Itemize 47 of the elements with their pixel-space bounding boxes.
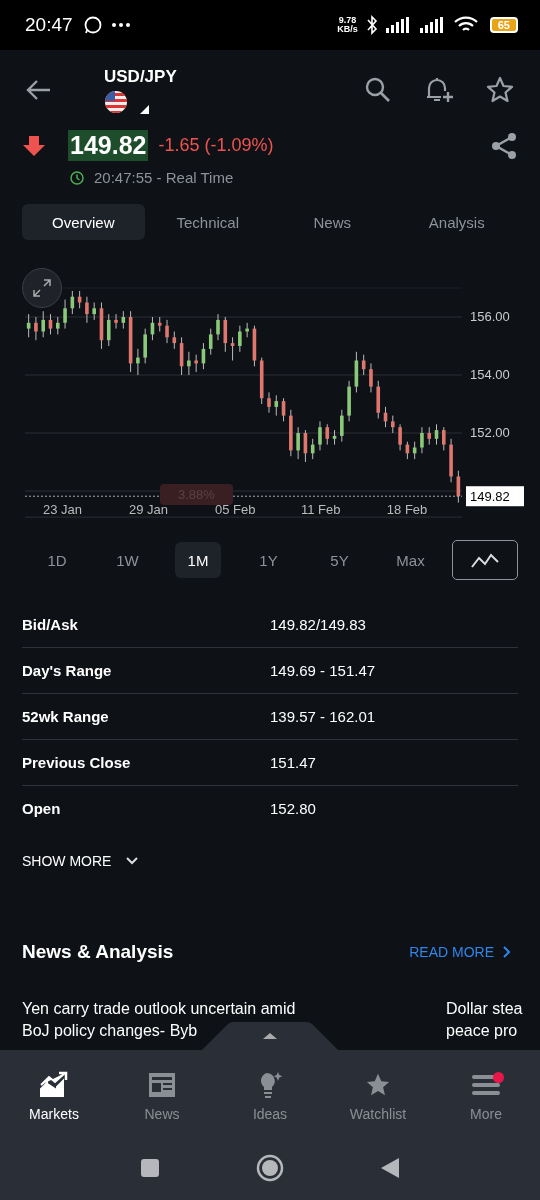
stat-label: Previous Close: [22, 754, 132, 771]
read-more-link[interactable]: READ MORE: [409, 944, 512, 960]
axis-label: 156.00: [470, 308, 510, 326]
ref-line-label: 149.82: [470, 489, 510, 505]
axis-label: 154.00: [470, 366, 510, 384]
nav-item[interactable]: Ideas: [216, 1050, 324, 1135]
axis-label: 05 Feb: [214, 502, 256, 517]
stat-value: 149.69 - 151.47: [270, 662, 376, 679]
axis-label: 18 Feb: [386, 502, 428, 517]
news-headline[interactable]: Yen carry trade outlook uncertain amid BoJ policy changes- Byb: [22, 998, 410, 1042]
section-title: News & Analysis: [22, 941, 174, 963]
symbol-title: USD/JPY: [104, 66, 177, 87]
stat-label: Open: [22, 800, 62, 817]
status-time: 20:47: [25, 14, 73, 36]
stat-value: 151.47: [270, 754, 316, 771]
nav-item[interactable]: Markets: [0, 1050, 108, 1135]
stat-label: Bid/Ask: [22, 616, 79, 633]
quote-time: 20:47:55 - Real Time: [94, 169, 234, 186]
axis-label: 152.00: [470, 424, 510, 442]
price-value: 149.82: [68, 130, 149, 161]
nav-item[interactable]: Watchlist: [324, 1050, 432, 1135]
range-button[interactable]: Max: [375, 542, 446, 578]
network-speed: 9.78 KB/s: [337, 16, 358, 34]
price-change: -1.65 (-1.09%): [158, 135, 274, 156]
axis-label: 23 Jan: [43, 502, 83, 517]
stat-label: 52wk Range: [22, 708, 110, 725]
stat-value: 149.82/149.83: [270, 616, 366, 633]
tab[interactable]: Overview: [22, 204, 145, 240]
axis-label: 29 Jan: [129, 502, 169, 517]
range-button[interactable]: 1M: [175, 542, 221, 578]
stat-value: 139.57 - 162.01: [270, 708, 376, 725]
last-price-tag: 149.82: [466, 486, 524, 507]
stat-value: 152.80: [270, 800, 316, 817]
range-button[interactable]: 1D: [22, 542, 92, 578]
show-more-button[interactable]: SHOW MORE: [22, 853, 140, 869]
tab[interactable]: News: [271, 204, 394, 240]
axis-label: 11 Feb: [300, 502, 341, 517]
range-button[interactable]: 1Y: [233, 542, 304, 578]
tab[interactable]: Technical: [146, 204, 269, 240]
battery-level: 65: [489, 17, 518, 33]
range-button[interactable]: 5Y: [304, 542, 375, 578]
nav-item[interactable]: More: [432, 1050, 540, 1135]
range-button[interactable]: 1W: [92, 542, 163, 578]
news-headline[interactable]: Dollar stea peace pro: [446, 998, 523, 1042]
tab[interactable]: Analysis: [395, 204, 518, 240]
nav-item[interactable]: News: [108, 1050, 216, 1135]
stat-label: Day's Range: [22, 662, 113, 679]
